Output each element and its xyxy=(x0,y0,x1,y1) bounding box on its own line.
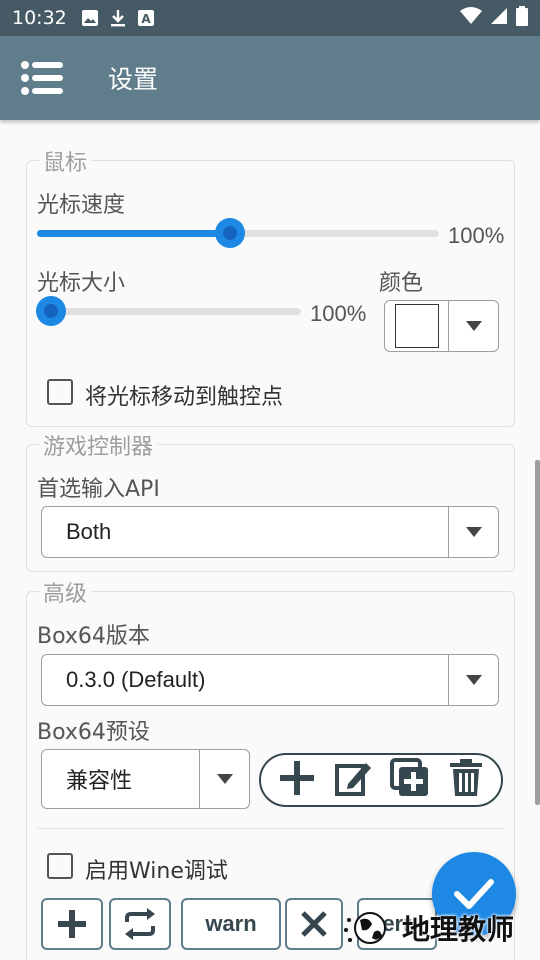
add-channel-button[interactable] xyxy=(41,898,103,950)
box64-version-value: 0.3.0 (Default) xyxy=(66,667,206,692)
font-icon: A xyxy=(137,9,155,27)
app-bar: 设置 xyxy=(0,36,540,120)
add-preset-button[interactable] xyxy=(278,759,316,802)
section-title-mouse: 鼠标 xyxy=(39,145,92,177)
trash-icon xyxy=(450,758,482,796)
box64-version-label: Box64版本 xyxy=(37,624,150,649)
section-title-advanced: 高级 xyxy=(39,576,92,608)
watermark: 地理教师 xyxy=(340,906,514,950)
move-cursor-label: 将光标移动到触控点 xyxy=(85,385,284,410)
add-icon xyxy=(58,910,86,938)
watermark-text: 地理教师 xyxy=(402,913,515,946)
menu-button[interactable] xyxy=(0,36,84,120)
swap-channel-button[interactable] xyxy=(109,898,171,950)
battery-icon xyxy=(516,6,528,30)
input-api-select[interactable]: Both xyxy=(41,506,499,558)
color-swatch xyxy=(394,304,439,348)
gamepad-section: 游戏控制器 首选输入API Both xyxy=(26,429,515,572)
dropdown-arrow-icon xyxy=(448,507,498,557)
color-label: 颜色 xyxy=(379,271,424,296)
globe-logo-icon xyxy=(344,912,386,944)
cursor-speed-value: 100% xyxy=(448,223,505,248)
cursor-size-value: 100% xyxy=(310,301,367,326)
box64-preset-label: Box64预设 xyxy=(37,720,150,745)
svg-text:A: A xyxy=(141,12,151,26)
status-time: 10:32 xyxy=(12,7,67,29)
cursor-speed-label: 光标速度 xyxy=(37,193,126,218)
input-api-label: 首选输入API xyxy=(37,477,160,502)
image-icon xyxy=(81,9,99,27)
cursor-speed-slider[interactable] xyxy=(37,218,439,248)
settings-content: 鼠标 光标速度 100% 光标大小 100% 颜色 将光标移动到触控点 游戏控制… xyxy=(0,120,540,960)
mouse-section: 鼠标 光标速度 100% 光标大小 100% 颜色 将光标移动到触控点 xyxy=(26,145,515,427)
swap-icon xyxy=(125,908,155,940)
color-select[interactable] xyxy=(384,300,499,352)
close-icon xyxy=(301,911,327,937)
box64-version-select[interactable]: 0.3.0 (Default) xyxy=(41,654,499,706)
box64-preset-select[interactable]: 兼容性 xyxy=(41,749,250,809)
wine-debug-checkbox[interactable] xyxy=(47,853,73,879)
delete-preset-button[interactable] xyxy=(448,758,484,802)
signal-icon xyxy=(490,7,508,29)
scrollbar[interactable] xyxy=(535,460,540,805)
move-cursor-checkbox[interactable] xyxy=(47,379,73,405)
preset-actions-group xyxy=(259,753,503,807)
cursor-size-label: 光标大小 xyxy=(37,271,126,296)
slider-thumb[interactable] xyxy=(214,218,245,248)
input-api-value: Both xyxy=(66,519,112,544)
remove-channel-button[interactable] xyxy=(285,898,343,950)
wifi-icon xyxy=(460,7,482,29)
warn-label: warn xyxy=(205,911,257,936)
edit-icon xyxy=(335,762,371,796)
dropdown-arrow-icon xyxy=(448,655,498,705)
divider xyxy=(37,828,504,829)
box64-preset-value: 兼容性 xyxy=(66,768,133,793)
edit-preset-button[interactable] xyxy=(334,759,372,802)
download-icon xyxy=(109,9,127,27)
warn-channel-button[interactable]: warn xyxy=(181,898,281,950)
section-title-gamepad: 游戏控制器 xyxy=(39,429,158,461)
copy-add-icon xyxy=(390,757,428,796)
slider-thumb[interactable] xyxy=(36,296,66,326)
status-bar: 10:32 A xyxy=(0,0,540,36)
dropdown-arrow-icon xyxy=(448,301,498,351)
add-icon xyxy=(280,760,314,795)
list-menu-icon xyxy=(21,61,63,95)
page-title: 设置 xyxy=(108,65,159,94)
cursor-size-slider[interactable] xyxy=(36,296,301,326)
dropdown-arrow-icon xyxy=(199,750,249,808)
copy-preset-button[interactable] xyxy=(390,757,430,803)
wine-debug-label: 启用Wine调试 xyxy=(85,859,228,884)
